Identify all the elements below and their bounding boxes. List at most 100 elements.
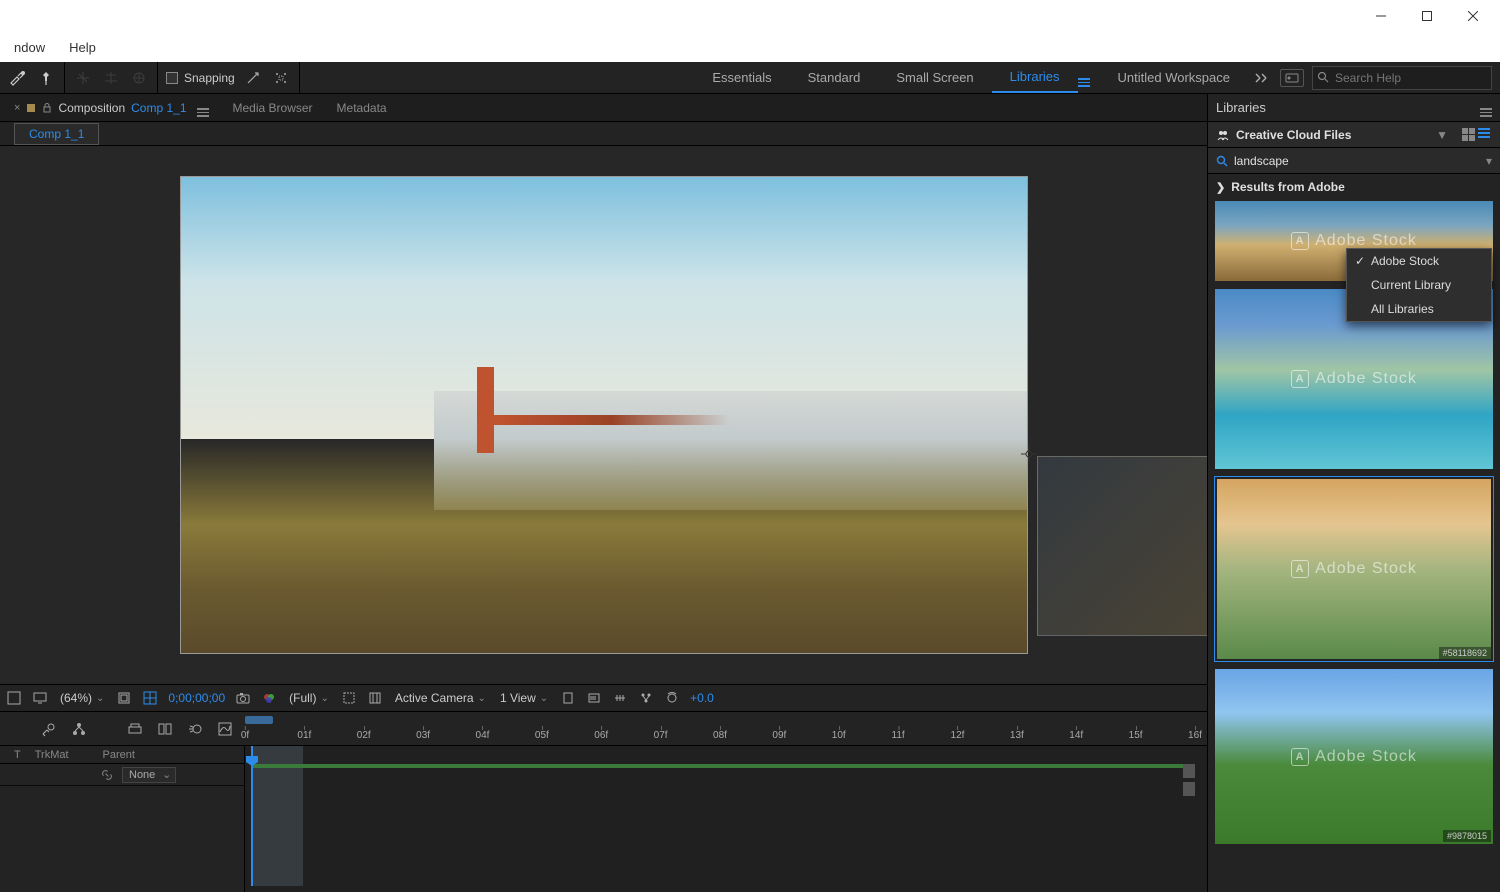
library-search-row[interactable]: landscape ▾ <box>1208 148 1500 174</box>
composition-viewer[interactable] <box>0 146 1207 684</box>
work-area-bar[interactable] <box>245 716 273 724</box>
comp-end-marker[interactable] <box>1183 764 1195 778</box>
panel-menu-icon[interactable] <box>1480 99 1492 117</box>
pin-tool-icon[interactable] <box>36 68 56 88</box>
workspace-essentials[interactable]: Essentials <box>694 62 789 93</box>
resolution-toggle-icon[interactable] <box>116 690 132 706</box>
search-scope-caret-icon[interactable]: ▾ <box>1486 154 1492 168</box>
channel-icon[interactable] <box>261 690 277 706</box>
lock-icon[interactable] <box>42 103 52 113</box>
timeline-track-area[interactable]: 0f01f02f03f04f05f06f07f08f09f10f11f12f13… <box>245 746 1207 892</box>
stock-id: #58118692 <box>1439 647 1491 659</box>
timeline-icon[interactable] <box>612 690 628 706</box>
dropdown-current-library[interactable]: Current Library <box>1347 273 1491 297</box>
exposure-value[interactable]: +0.0 <box>690 691 714 705</box>
timeline-ruler[interactable]: 0f01f02f03f04f05f06f07f08f09f10f11f12f13… <box>245 712 1207 746</box>
workspace-overflow-icon[interactable] <box>1248 73 1272 83</box>
zoom-dropdown[interactable]: (64%) <box>58 691 106 705</box>
grid-guides-icon[interactable] <box>367 690 383 706</box>
roi-icon[interactable] <box>341 690 357 706</box>
ruler-tick: 12f <box>951 730 965 741</box>
close-icon[interactable]: × <box>14 102 20 114</box>
menu-window[interactable]: ndow <box>6 36 53 59</box>
alpha-toggle-icon[interactable] <box>6 690 22 706</box>
axis-local-icon[interactable] <box>73 68 93 88</box>
tab-metadata[interactable]: Metadata <box>327 97 397 119</box>
ruler-tick: 11f <box>892 730 905 741</box>
transparency-grid-icon[interactable] <box>142 690 158 706</box>
layer-duration-bar[interactable] <box>251 764 1195 768</box>
frame-blend-icon[interactable] <box>156 720 174 738</box>
parent-dropdown[interactable]: None <box>122 767 176 783</box>
search-help-input[interactable] <box>1312 66 1492 90</box>
dragged-layer-preview[interactable] <box>1037 456 1207 636</box>
reset-exposure-icon[interactable] <box>664 690 680 706</box>
axis-view-icon[interactable] <box>129 68 149 88</box>
panel-tab-bar: × Composition Comp 1_1 Media Browser Met… <box>0 94 1207 122</box>
flowchart-icon[interactable] <box>638 690 654 706</box>
playhead[interactable] <box>251 746 253 886</box>
composition-subtabs: Comp 1_1 <box>0 122 1207 146</box>
composition-canvas[interactable] <box>180 176 1028 654</box>
libraries-title: Libraries <box>1216 100 1266 115</box>
library-source-row[interactable]: Creative Cloud Files ▼ <box>1208 122 1500 148</box>
dropdown-caret-icon[interactable]: ▼ <box>1436 128 1454 142</box>
column-parent: Parent <box>103 749 135 761</box>
timeline-layer-headers: T TrkMat Parent None <box>0 746 245 892</box>
shy-icon[interactable] <box>126 720 144 738</box>
comp-subtab[interactable]: Comp 1_1 <box>14 123 99 145</box>
rotobrush-tool-icon[interactable] <box>8 68 28 88</box>
ruler-tick: 04f <box>476 730 490 741</box>
snapping-grid-icon[interactable] <box>271 68 291 88</box>
workspace-small-screen[interactable]: Small Screen <box>878 62 991 93</box>
layer-end-marker[interactable] <box>1183 782 1195 796</box>
search-layers-icon[interactable] <box>40 720 58 738</box>
window-close-button[interactable] <box>1450 0 1496 32</box>
pixel-aspect-icon[interactable] <box>560 690 576 706</box>
library-source-label: Creative Cloud Files <box>1236 128 1351 142</box>
grid-view-icon[interactable] <box>1462 128 1476 142</box>
dropdown-adobe-stock[interactable]: Adobe Stock <box>1347 249 1491 273</box>
fast-preview-icon[interactable] <box>586 690 602 706</box>
resolution-dropdown[interactable]: (Full) <box>287 691 331 705</box>
ruler-tick: 08f <box>713 730 727 741</box>
stock-result-item-selected[interactable]: AAdobe Stock #58118692 <box>1214 476 1494 662</box>
anchor-point-icon[interactable] <box>1021 446 1037 462</box>
sync-settings-icon[interactable] <box>1280 69 1304 87</box>
axis-world-icon[interactable] <box>101 68 121 88</box>
search-scope-dropdown: Adobe Stock Current Library All Librarie… <box>1346 248 1492 322</box>
timeline-layer-row[interactable]: None <box>0 764 244 786</box>
menu-help[interactable]: Help <box>61 36 104 59</box>
adobe-stock-watermark: AAdobe Stock <box>1291 748 1417 766</box>
workspace-libraries-menu-icon[interactable] <box>1078 69 1090 87</box>
adobe-stock-watermark: AAdobe Stock <box>1291 560 1417 578</box>
timecode-display[interactable]: 0;00;00;00 <box>168 691 225 705</box>
window-maximize-button[interactable] <box>1404 0 1450 32</box>
snapping-toggle[interactable]: Snapping <box>166 71 235 85</box>
workspace-standard[interactable]: Standard <box>790 62 879 93</box>
snapping-option-icon[interactable] <box>243 68 263 88</box>
dropdown-all-libraries[interactable]: All Libraries <box>1347 297 1491 321</box>
tab-media-browser[interactable]: Media Browser <box>223 97 323 119</box>
composition-label: Composition <box>58 101 125 115</box>
search-term[interactable]: landscape <box>1234 154 1486 168</box>
snapping-checkbox[interactable] <box>166 72 178 84</box>
workspace-untitled[interactable]: Untitled Workspace <box>1100 62 1248 93</box>
results-header[interactable]: ❯ Results from Adobe <box>1208 174 1500 200</box>
footage-preview <box>181 177 1027 653</box>
views-dropdown[interactable]: 1 View <box>498 691 550 705</box>
search-help-field[interactable] <box>1312 66 1492 90</box>
graph-editor-icon[interactable] <box>216 720 234 738</box>
list-view-icon[interactable] <box>1478 128 1492 142</box>
comp-mini-flowchart-icon[interactable] <box>70 720 88 738</box>
snapshot-icon[interactable] <box>235 690 251 706</box>
camera-dropdown[interactable]: Active Camera <box>393 691 488 705</box>
tab-composition[interactable]: × Composition Comp 1_1 <box>4 95 219 121</box>
monitor-icon[interactable] <box>32 690 48 706</box>
panel-menu-icon[interactable] <box>197 99 209 117</box>
workspace-libraries[interactable]: Libraries <box>992 62 1078 93</box>
stock-result-item[interactable]: AAdobe Stock #9878015 <box>1214 668 1494 845</box>
motion-blur-icon[interactable] <box>186 720 204 738</box>
window-minimize-button[interactable] <box>1358 0 1404 32</box>
parent-link-icon[interactable] <box>100 768 114 782</box>
